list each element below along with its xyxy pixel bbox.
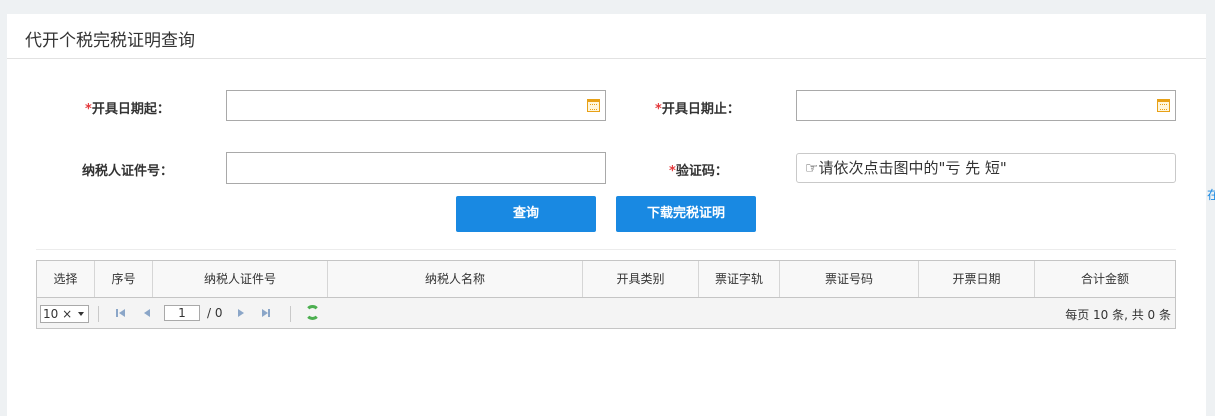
edge-link-text[interactable]: 在 [1207,186,1215,203]
end-date-label-text: 开具日期止： [661,102,740,117]
page-size-value: 10 × [43,307,73,321]
calendar-icon[interactable] [587,99,600,112]
column-header-issue-type[interactable]: 开具类别 [583,261,699,297]
column-header-index[interactable]: 序号 [95,261,153,297]
results-table: 选择 序号 纳税人证件号 纳税人名称 开具类别 票证字轨 票证号码 开票日期 合… [36,260,1176,329]
divider [36,249,1176,250]
required-mark: * [85,102,92,117]
refresh-icon[interactable] [305,305,320,320]
required-mark: * [669,164,676,179]
next-page-icon[interactable] [235,307,247,319]
table-header: 选择 序号 纳税人证件号 纳税人名称 开具类别 票证字轨 票证号码 开票日期 合… [37,261,1175,298]
total-pages: / 0 [207,306,223,320]
prev-page-icon[interactable] [141,307,153,319]
pagination-bar: 10 × 1 / 0 每页 10 条, 共 0 条 [37,298,1175,328]
taxpayer-id-label: 纳税人证件号： [82,164,174,179]
column-header-taxpayer-id[interactable]: 纳税人证件号 [153,261,328,297]
column-header-issue-date[interactable]: 开票日期 [919,261,1035,297]
last-page-icon[interactable] [260,307,272,319]
start-date-label: *开具日期起： [85,98,170,117]
download-certificate-button[interactable]: 下载完税证明 [616,196,756,232]
query-button[interactable]: 查询 [456,196,596,232]
separator [290,306,291,322]
chevron-down-icon [78,312,84,316]
pagination-info: 每页 10 条, 共 0 条 [1065,308,1171,322]
column-header-ticket-series[interactable]: 票证字轨 [699,261,780,297]
captcha-click-box[interactable]: ☞请依次点击图中的"亏 先 短" [796,153,1176,183]
column-header-select[interactable]: 选择 [37,261,95,297]
column-header-total-amount[interactable]: 合计金额 [1035,261,1175,297]
required-mark: * [655,102,662,117]
first-page-icon[interactable] [115,307,127,319]
column-header-taxpayer-name[interactable]: 纳税人名称 [328,261,583,297]
end-date-input[interactable] [796,90,1176,121]
captcha-label: *验证码： [669,160,728,179]
column-header-ticket-number[interactable]: 票证号码 [780,261,919,297]
query-panel: 代开个税完税证明查询 *开具日期起： *开具日期止： 纳税人证件号： *验证码：… [7,14,1206,416]
page-title: 代开个税完税证明查询 [25,31,195,51]
start-date-input[interactable] [226,90,606,121]
panel-header: 代开个税完税证明查询 [7,14,1206,59]
separator [98,306,99,322]
start-date-label-text: 开具日期起： [91,102,170,117]
calendar-icon[interactable] [1157,99,1170,112]
page-number-input[interactable]: 1 [164,305,200,321]
end-date-label: *开具日期止： [655,98,740,117]
page-size-select[interactable]: 10 × [40,305,89,323]
taxpayer-id-input[interactable] [226,152,606,184]
captcha-label-text: 验证码： [675,164,728,179]
